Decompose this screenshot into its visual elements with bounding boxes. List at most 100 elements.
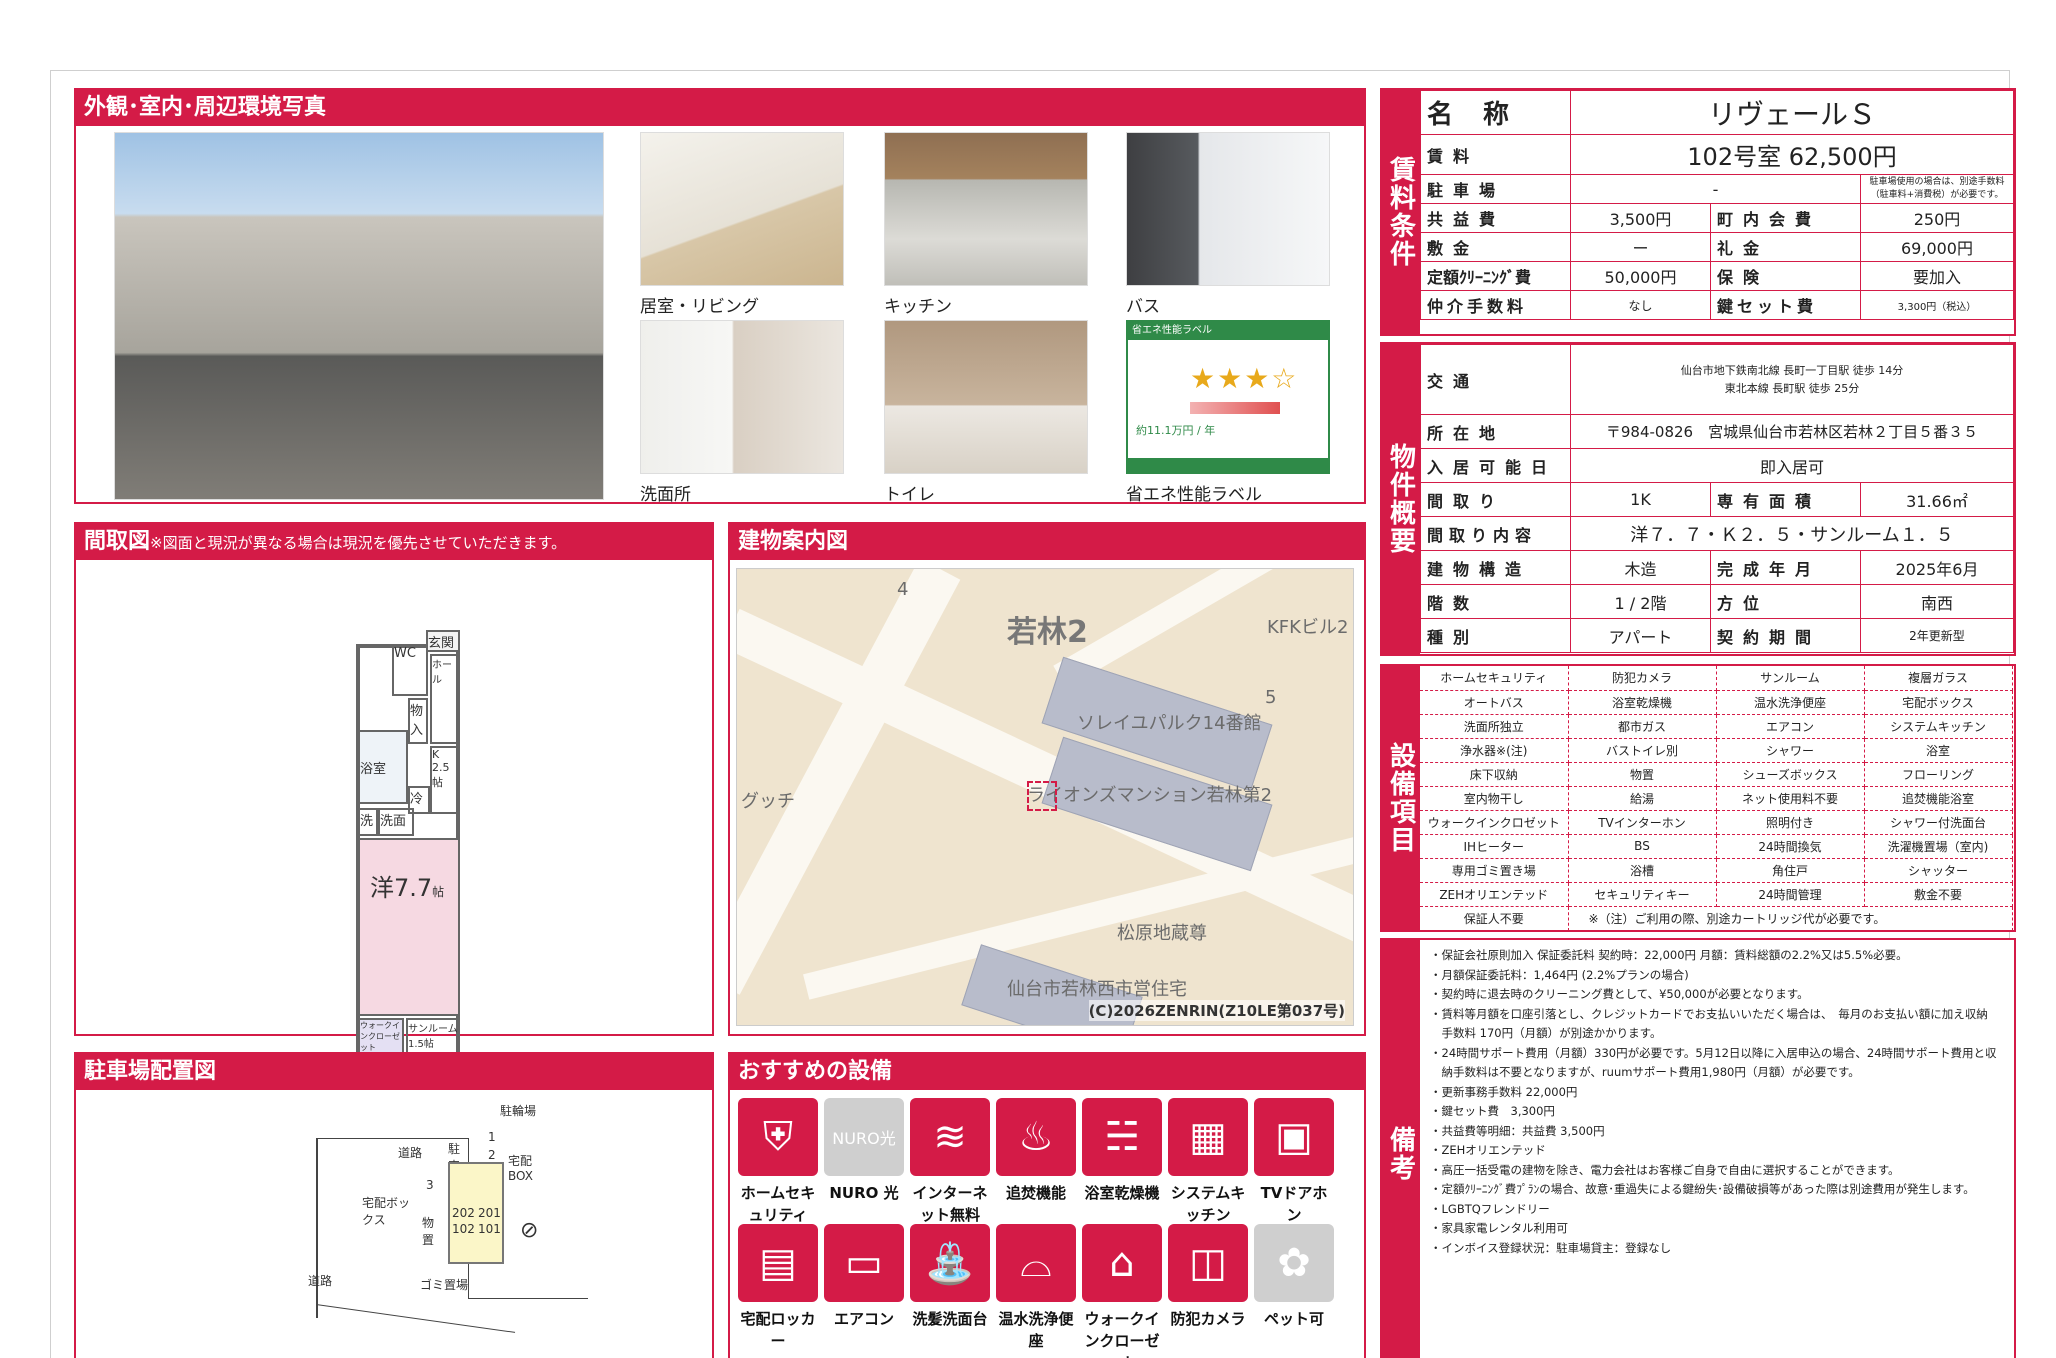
access-line: 仙台市地下鉄南北線 長町一丁目駅 徒歩 14分 [1680,363,1904,377]
recommended-item-label: 洗髪洗面台 [912,1310,988,1328]
map-label: 5 [1265,687,1277,708]
facility-item: 敷金不要 [1864,882,2013,907]
photo-label: 省エネ性能ラベル [1126,485,1262,505]
floorplan-drawing: 玄関 ホール WC 物入 浴室 K 2.5帖 冷 洗 洗面 洋7.7帖 ウォーク… [76,560,712,1072]
parking-label: 1 [488,1130,496,1144]
insurance-value: 要加入 [1860,261,2014,291]
remark-line: ・更新事務手数料 22,000円 [1430,1084,1578,1099]
broker-fee-value: なし [1570,290,1711,320]
key-set-label: 鍵セット費 [1710,290,1861,320]
area-value: 31.66㎡ [1860,482,2014,517]
facility-item: エアコン [1716,714,1865,739]
broker-fee-label: 仲介手数料 [1420,290,1571,320]
remarks-list: ・保証会社原則加入 保証委託料 契約時：22,000円 月額：賃料総額の2.2%… [1430,946,2010,1258]
remarks-panel: 備考 ・保証会社原則加入 保証委託料 契約時：22,000円 月額：賃料総額の2… [1380,938,2016,1358]
address-value: 〒984-0826 宮城県仙台市若林区若林２丁目５番３５ [1570,414,2014,449]
facility-item: バストイレ別 [1568,738,1717,763]
toilet-photo [884,320,1088,474]
recommended-item: ☵ 浴室乾燥機 [1082,1098,1162,1204]
intercom-icon: ▣ [1254,1098,1334,1176]
rent-side-label: 賃料条件 [1382,90,1420,334]
map-panel: 建物案内図 若林2 KFKビル2 ソレイユパルク14番館 ライオンズマンション若… [728,522,1366,1036]
remark-line: ・インボイス登録状況：駐車場貸主：登録なし [1430,1240,1672,1255]
facility-item: 物置 [1568,762,1717,787]
facility-item: 室内物干し [1420,786,1569,811]
map-title: 建物案内図 [730,524,1364,560]
facility-item: 複層ガラス [1864,666,2013,691]
recommended-item: ⛨ ホームセキュリティ [738,1098,818,1226]
key-set-value: 3,300円（税込） [1860,290,2014,320]
facility-item: 洗濯機置場（室内) [1864,834,2013,859]
recommended-item: ▤ 宅配ロッカー [738,1224,818,1352]
facility-item: オートバス [1420,690,1569,715]
contract-value: 2年更新型 [1860,618,2014,653]
washroom-photo [640,320,844,474]
unit-label: 201 [478,1206,501,1220]
remark-line: ・保証会社原則加入 保証委託料 契約時：22,000円 月額：賃料総額の2.2%… [1430,948,1908,962]
facility-item: フローリング [1864,762,2013,787]
camera-icon: ◫ [1168,1224,1248,1302]
facilities-side-label: 設備項目 [1382,666,1420,930]
remark-line: ・24時間サポート費用（月額）330円が必要です。5月12日以降に入居申込の場合… [1430,1045,1997,1060]
facility-item: 都市ガス [1568,714,1717,739]
recommended-item: ♨ 追焚機能 [996,1098,1076,1204]
room-hall: ホール [430,654,460,744]
move-in-label: 入居可能日 [1420,448,1571,483]
locker-icon: ▤ [738,1224,818,1302]
remark-line: ・共益費等明細：共益費 3,500円 [1430,1123,1605,1138]
name-label: 名称 [1420,90,1571,135]
remark-line: ・家具家電レンタル利用可 [1430,1221,1568,1235]
photo-label: トイレ [884,485,935,505]
room-kitchen: K 2.5帖 [430,746,460,814]
recommended-item-label: NURO 光 [829,1184,899,1202]
recommended-item-label: 浴室乾燥機 [1084,1184,1160,1202]
recommended-item: ▭ エアコン [824,1224,904,1330]
facility-item: ホームセキュリティ [1420,666,1569,691]
common-fee-value: 3,500円 [1570,203,1711,233]
facility-item: BS [1568,834,1717,859]
built-label: 完成年月 [1710,550,1861,585]
property-side-label: 物件概要 [1382,344,1420,654]
recommended-panel: おすすめの設備 ⛨ ホームセキュリティ NURO光 NURO 光 ≋ インターネット無料 ♨… [728,1052,1366,1358]
property-name: リヴェールＳ [1570,90,2014,135]
remark-line: ・賃料等月額を口座引落とし、クレジットカードでお支払いいただく場合は、 毎月のお… [1430,1006,1988,1021]
recommended-item: ⌓ 温水洗浄便座 [996,1224,1076,1352]
facility-item: IHヒーター [1420,834,1569,859]
insurance-label: 保険 [1710,261,1861,291]
facility-item: シャワー [1716,738,1865,763]
facility-note: ※（注）ご利用の際、別途カートリッジ代が必要です。 [1568,906,2013,931]
photo-label: バス [1126,297,1160,317]
room-washroom: 洗面 [378,808,414,836]
layout-label: 間取り [1420,482,1571,517]
parking-title: 駐車場配置図 [76,1054,712,1090]
dryer-icon: ☵ [1082,1098,1162,1176]
cleaning-value: 50,000円 [1570,261,1711,291]
floorplan-note: ※図面と現況が異なる場合は現況を優先させていただきます。 [150,534,567,552]
recommended-item: ≋ インターネット無料 [910,1098,990,1226]
facility-item: 温水洗浄便座 [1716,690,1865,715]
area-label: 専有面積 [1710,482,1861,517]
map-label: ライオンズマンション若林第2 [1027,785,1273,806]
unit-label: 102 [452,1222,475,1236]
map-label: 松原地蔵尊 [1117,923,1207,944]
map-label: グッチ [741,791,795,812]
location-map[interactable]: 若林2 KFKビル2 ソレイユパルク14番館 ライオンズマンション若林第2 グッ… [736,568,1354,1026]
town-fee-label: 町内会費 [1710,203,1861,233]
parking-label: ゴミ置場 [420,1278,469,1292]
recommended-item: ▣ TVドアホン [1254,1098,1334,1226]
map-area-label: 若林2 [1007,615,1088,650]
remark-line: 納手数料は不要となりますが、ruumサポート費用1,980円（月額）が必要です。 [1430,1065,1860,1079]
kitchen-icon: ▦ [1168,1098,1248,1176]
energy-label-image: 省エネ性能ラベル ★★★☆ 約11.1万円 / 年 [1126,320,1330,474]
remarks-side-label: 備考 [1382,940,1420,1358]
recommended-item-label: ウォークインクローゼット [1084,1310,1160,1358]
eco-cost: 約11.1万円 / 年 [1136,424,1216,437]
remark-line: ・鍵セット費 3,300円 [1430,1104,1555,1118]
room-wc: WC [392,644,428,696]
rent-panel: 賃料条件 名称 リヴェールＳ 賃料 102号室 62,500円 駐車場 - 駐車… [1380,88,2016,336]
kitchen-photo [884,132,1088,286]
facility-item: 給湯 [1568,786,1717,811]
shield-icon: ⛨ [738,1098,818,1176]
recommended-item-label: 宅配ロッカー [740,1310,816,1350]
star-rating-icon: ★★★☆ [1190,362,1299,395]
